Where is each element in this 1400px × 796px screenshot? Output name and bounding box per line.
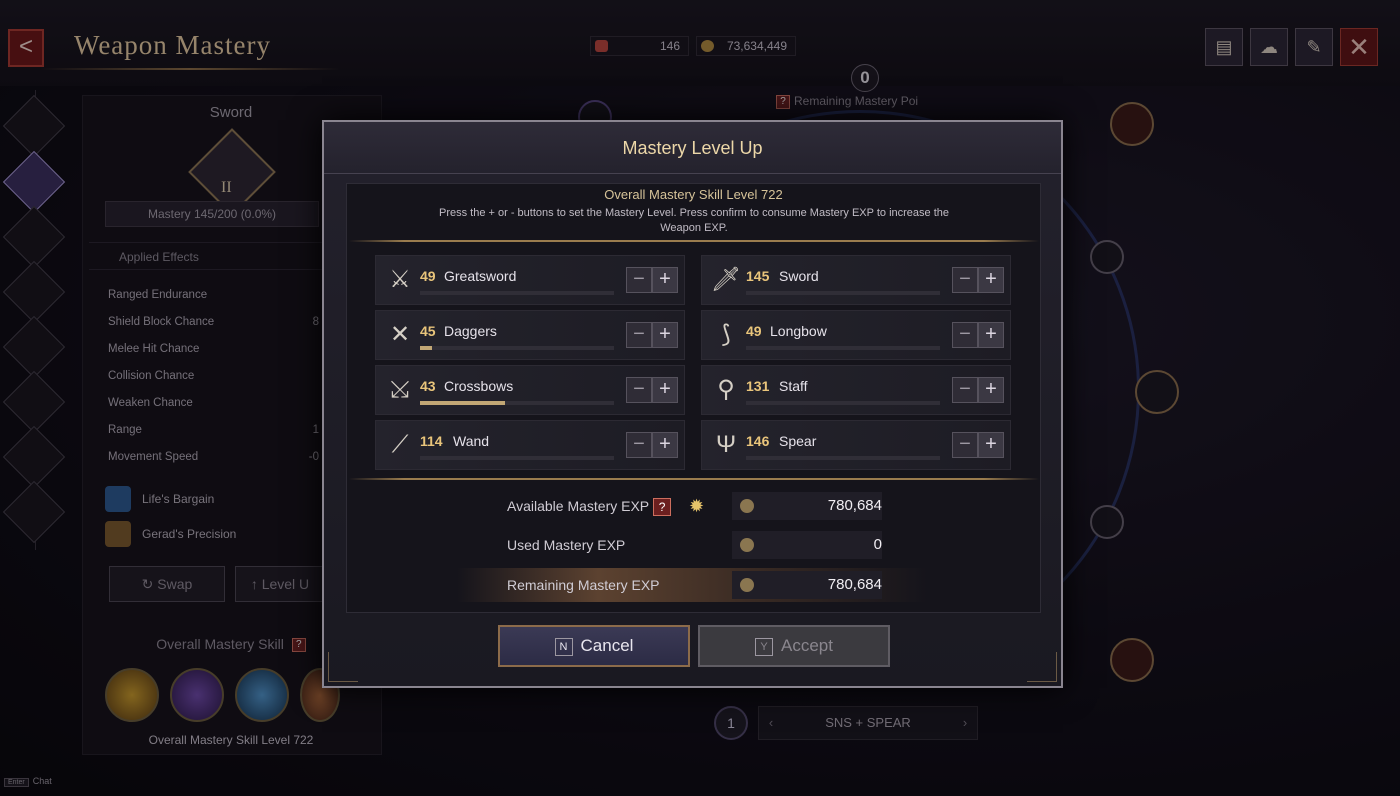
weapon-level: 49	[746, 323, 762, 339]
weapon-progress-bar	[746, 291, 940, 295]
used-exp-label: Used Mastery EXP	[507, 537, 626, 553]
decrease-button[interactable]: −	[626, 432, 652, 458]
instructions-text: Press the + or - buttons to set the Mast…	[439, 207, 949, 234]
increase-button[interactable]: +	[978, 377, 1004, 403]
increase-button[interactable]: +	[978, 322, 1004, 348]
decrease-button[interactable]: −	[952, 267, 978, 293]
crossbow-icon: ⤩	[390, 376, 410, 403]
decrease-button[interactable]: −	[626, 267, 652, 293]
remaining-exp-row: Remaining Mastery EXP 780,684	[457, 568, 927, 602]
accept-key: Y	[755, 637, 773, 656]
staff-icon: ⚲	[717, 376, 735, 403]
remaining-exp-label: Remaining Mastery EXP	[507, 577, 660, 593]
weapon-level: 146	[746, 433, 770, 449]
weapon-progress-bar	[746, 401, 940, 405]
decrease-button[interactable]: −	[952, 432, 978, 458]
accept-button[interactable]: Y Accept	[698, 625, 890, 667]
weapon-name: Wand	[453, 433, 490, 449]
weapon-row-sword: 🗡 145 Sword − +	[701, 255, 1011, 305]
decrease-button[interactable]: −	[952, 377, 978, 403]
weapon-progress-bar	[420, 401, 614, 405]
greatsword-icon: ⚔	[389, 266, 411, 293]
weapon-level: 145	[746, 268, 770, 284]
mastery-level-up-dialog: Mastery Level Up Overall Mastery Skill L…	[322, 120, 1063, 688]
weapon-row-longbow: ⟆ 49 Longbow − +	[701, 310, 1011, 360]
weapon-level: 43	[420, 378, 436, 394]
daggers-icon: ✕	[389, 321, 411, 348]
mastery-exp-icon	[740, 499, 754, 513]
spear-icon: Ψ	[715, 431, 737, 458]
increase-button[interactable]: +	[652, 322, 678, 348]
wand-icon: ⟋	[391, 431, 409, 458]
decrease-button[interactable]: −	[626, 377, 652, 403]
sun-icon: ✹	[689, 496, 705, 516]
increase-button[interactable]: +	[652, 432, 678, 458]
weapon-row-greatsword: ⚔ 49 Greatsword − +	[375, 255, 685, 305]
divider	[349, 478, 1039, 480]
cancel-key: N	[554, 637, 573, 656]
used-exp-row: Used Mastery EXP 0	[507, 528, 927, 562]
weapon-row-staff: ⚲ 131 Staff − +	[701, 365, 1011, 415]
weapon-name: Daggers	[444, 323, 497, 339]
weapon-name: Sword	[779, 268, 819, 284]
weapon-row-crossbows: ⤩ 43 Crossbows − +	[375, 365, 685, 415]
weapon-name: Crossbows	[444, 378, 514, 394]
weapon-row-spear: Ψ 146 Spear − +	[701, 420, 1011, 470]
weapon-name: Spear	[779, 433, 817, 449]
overall-mastery-level: Overall Mastery Skill Level 722	[604, 187, 783, 202]
accept-label: Accept	[781, 636, 833, 655]
mastery-exp-icon	[740, 538, 754, 552]
weapon-level: 49	[420, 268, 436, 284]
mastery-exp-icon	[740, 578, 754, 592]
dialog-header: Mastery Level Up	[324, 122, 1061, 174]
decrease-button[interactable]: −	[952, 322, 978, 348]
weapon-progress-bar	[746, 456, 940, 460]
increase-button[interactable]: +	[978, 432, 1004, 458]
available-exp-row: Available Mastery EXP? ✹ 780,684	[507, 489, 927, 523]
cancel-button[interactable]: N Cancel	[498, 625, 690, 667]
remaining-exp-value: 780,684	[827, 576, 882, 593]
increase-button[interactable]: +	[978, 267, 1004, 293]
weapon-progress-bar	[420, 291, 614, 295]
weapon-name: Staff	[779, 378, 808, 394]
weapon-level: 114	[420, 433, 443, 449]
cancel-label: Cancel	[580, 636, 634, 655]
corner-ornament	[1027, 652, 1057, 682]
divider	[349, 240, 1039, 242]
weapon-name: Greatsword	[444, 268, 517, 284]
longbow-icon: ⟆	[721, 321, 731, 348]
weapon-progress-bar	[746, 346, 940, 350]
weapon-row-daggers: ✕ 45 Daggers − +	[375, 310, 685, 360]
corner-ornament	[328, 652, 358, 682]
weapon-progress-fill	[420, 401, 506, 405]
decrease-button[interactable]: −	[626, 322, 652, 348]
increase-button[interactable]: +	[652, 377, 678, 403]
available-exp-label: Available Mastery EXP?	[507, 489, 672, 523]
weapon-level: 131	[746, 378, 770, 394]
weapon-name: Longbow	[770, 323, 827, 339]
used-exp-value: 0	[873, 536, 882, 553]
help-icon[interactable]: ?	[653, 498, 672, 517]
dialog-body: Overall Mastery Skill Level 722 Press th…	[346, 183, 1041, 613]
weapon-row-wand: ⟋ 114 Wand − +	[375, 420, 685, 470]
weapon-progress-bar	[420, 456, 614, 460]
sword-icon: 🗡	[710, 266, 742, 293]
dialog-title: Mastery Level Up	[622, 138, 763, 158]
weapon-progress-bar	[420, 346, 614, 350]
weapon-progress-fill	[420, 346, 432, 350]
available-exp-value: 780,684	[827, 497, 882, 514]
weapon-level: 45	[420, 323, 436, 339]
increase-button[interactable]: +	[652, 267, 678, 293]
exp-value-box	[732, 531, 882, 559]
